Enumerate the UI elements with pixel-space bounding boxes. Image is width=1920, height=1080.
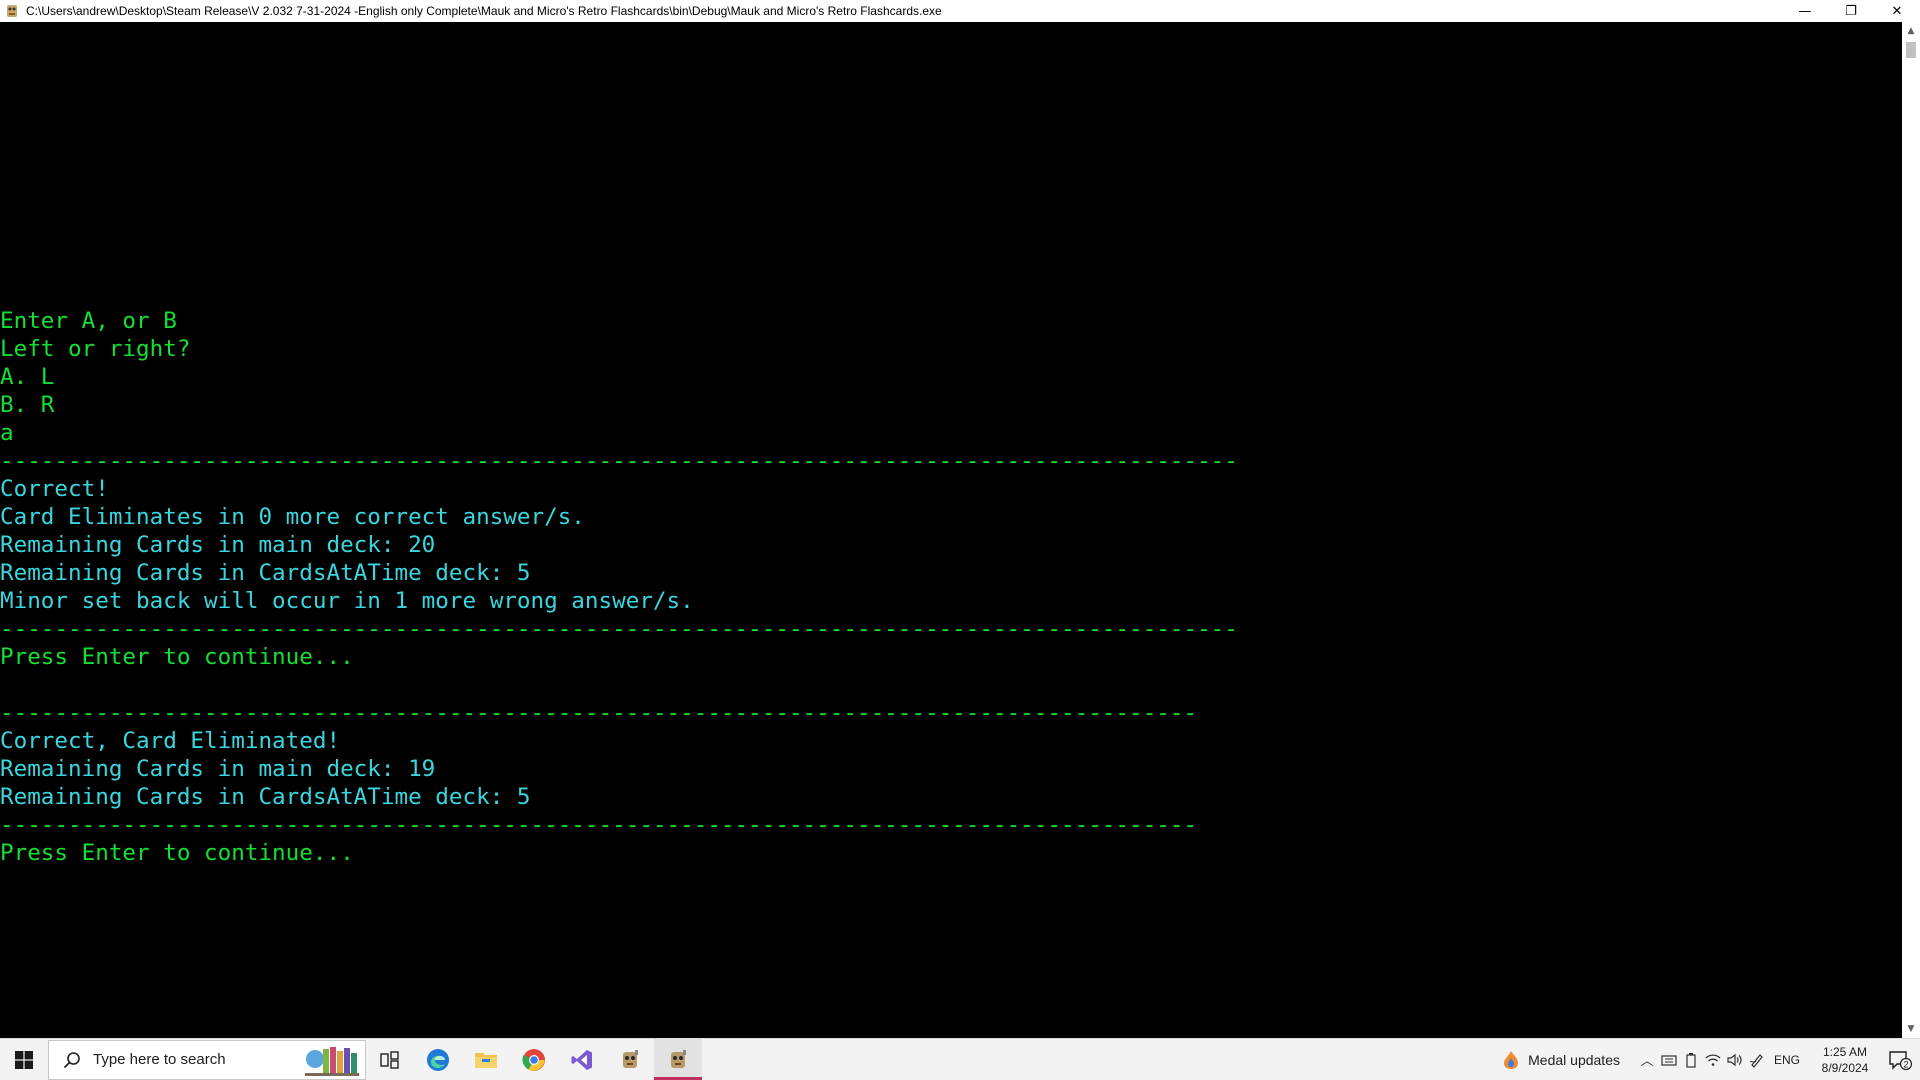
- chevron-up-icon: ︿: [1640, 1054, 1654, 1069]
- console-line: a: [0, 420, 14, 446]
- show-hidden-icons-button[interactable]: ︿: [1636, 1039, 1658, 1080]
- console-line: Minor set back will occur in 1 more wron…: [0, 588, 694, 614]
- console-line: Left or right?: [0, 336, 191, 362]
- flashcards-app-running-icon: [671, 1049, 686, 1068]
- console-line: Remaining Cards in main deck: 20: [0, 532, 436, 558]
- taskbar-clock[interactable]: 1:25 AM 8/9/2024: [1810, 1044, 1880, 1076]
- speaker-icon: [1727, 1053, 1742, 1066]
- notification-count: 2: [1903, 1059, 1908, 1069]
- title-bar: C:\Users\andrew\Desktop\Steam Release\V …: [0, 0, 1920, 22]
- search-highlight-books-icon: [305, 1046, 359, 1076]
- tray-network-button[interactable]: [1702, 1039, 1724, 1080]
- taskbar-visual-studio-button[interactable]: [558, 1039, 606, 1080]
- app-icon: [7, 5, 17, 17]
- medal-updates-label: Medal updates: [1528, 1051, 1620, 1068]
- taskbar-flashcards-running-button[interactable]: [654, 1039, 702, 1080]
- tray-pen-button[interactable]: [1746, 1039, 1768, 1080]
- vertical-scrollbar[interactable]: ▲ ▼: [1902, 22, 1920, 1038]
- language-indicator[interactable]: ENG: [1774, 1053, 1800, 1067]
- medal-flame-icon: [1504, 1050, 1519, 1069]
- tray-battery-button[interactable]: [1680, 1039, 1702, 1080]
- taskbar-chrome-button[interactable]: [510, 1039, 558, 1080]
- clock-time: 1:25 AM: [1822, 1044, 1868, 1059]
- task-view-button[interactable]: [366, 1039, 414, 1080]
- console-line: ----------------------------------------…: [0, 700, 1198, 726]
- console-line: Press Enter to continue...: [0, 840, 354, 866]
- notification-center-button[interactable]: 2: [1880, 1039, 1920, 1080]
- console-line: Correct!: [0, 476, 109, 502]
- close-icon: ✕: [1891, 3, 1903, 19]
- minimize-button[interactable]: —: [1782, 0, 1828, 22]
- medal-updates-widget[interactable]: Medal updates: [1502, 1050, 1620, 1070]
- file-explorer-icon: [475, 1052, 497, 1068]
- console-line: ----------------------------------------…: [0, 616, 1238, 642]
- window-title: C:\Users\andrew\Desktop\Steam Release\V …: [26, 4, 942, 18]
- pen-icon: [1749, 1053, 1763, 1068]
- tray-volume-button[interactable]: [1724, 1039, 1746, 1080]
- console-line: ----------------------------------------…: [0, 812, 1198, 838]
- windows-logo-icon: [15, 1050, 33, 1069]
- visual-studio-icon: [571, 1049, 592, 1070]
- scroll-up-arrow-icon[interactable]: ▲: [1902, 22, 1920, 40]
- taskbar-flashcards-button[interactable]: [606, 1039, 654, 1080]
- console-line: A. L: [0, 364, 55, 390]
- chrome-icon: [522, 1048, 545, 1071]
- search-placeholder: Type here to search: [93, 1051, 226, 1068]
- taskbar: Type here to search Medal updates ︿ ENG …: [0, 1038, 1920, 1080]
- console-line: B. R: [0, 392, 55, 418]
- console-line: Remaining Cards in CardsAtATime deck: 5: [0, 560, 531, 586]
- flashcards-app-icon: [623, 1049, 638, 1068]
- console-line: Remaining Cards in main deck: 19: [0, 756, 436, 782]
- clock-date: 8/9/2024: [1821, 1060, 1869, 1075]
- taskbar-search-box[interactable]: Type here to search: [48, 1039, 366, 1080]
- start-button[interactable]: [0, 1039, 48, 1080]
- task-view-icon: [380, 1050, 399, 1069]
- console-line: Enter A, or B: [0, 308, 177, 334]
- edge-icon: [427, 1048, 449, 1071]
- restore-icon: ❐: [1845, 3, 1857, 19]
- console-line: Press Enter to continue...: [0, 644, 354, 670]
- keyboard-icon: [1661, 1054, 1677, 1066]
- console-line: ----------------------------------------…: [0, 448, 1238, 474]
- tray-keyboard-button[interactable]: [1658, 1039, 1680, 1080]
- taskbar-file-explorer-button[interactable]: [462, 1039, 510, 1080]
- console-output-area[interactable]: Enter A, or B Left or right? A. L B. Ra ----…: [0, 22, 1902, 1038]
- minimize-icon: —: [1798, 3, 1812, 19]
- scroll-thumb[interactable]: [1906, 42, 1916, 58]
- battery-icon: [1686, 1052, 1696, 1068]
- console-line: Remaining Cards in CardsAtATime deck: 5: [0, 784, 531, 810]
- console-text: Enter A, or B Left or right? A. L B. Ra ----…: [0, 307, 1238, 867]
- taskbar-edge-button[interactable]: [414, 1039, 462, 1080]
- restore-button[interactable]: ❐: [1828, 0, 1874, 22]
- search-icon: [63, 1051, 80, 1068]
- console-line: Card Eliminates in 0 more correct answer…: [0, 504, 585, 530]
- scroll-down-arrow-icon[interactable]: ▼: [1902, 1020, 1920, 1038]
- close-button[interactable]: ✕: [1874, 0, 1920, 22]
- console-line: Correct, Card Eliminated!: [0, 728, 341, 754]
- notification-icon: 2: [1889, 1050, 1912, 1070]
- wifi-icon: [1705, 1053, 1721, 1066]
